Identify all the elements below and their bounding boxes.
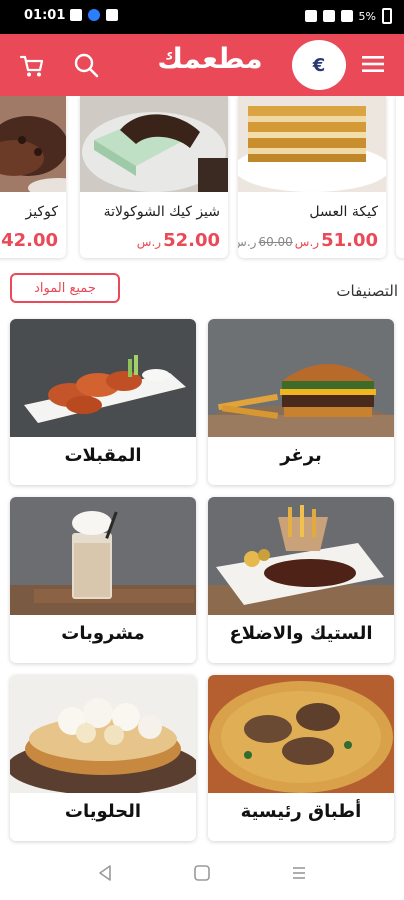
category-image [208, 675, 394, 793]
category-card-drinks[interactable]: مشروبات [10, 497, 196, 663]
product-currency: ر.س [294, 235, 320, 249]
product-currency: ر.س [136, 235, 162, 249]
brand-logo: مطعمك [157, 42, 263, 75]
category-image [10, 319, 196, 437]
category-card-steaks[interactable]: الستيك والاضلاع [208, 497, 394, 663]
category-label: الحلويات [64, 801, 142, 822]
battery-percent: 5% [358, 9, 376, 23]
category-image [208, 497, 394, 615]
product-name: كوكيز [25, 204, 58, 220]
featured-products-strip[interactable]: كيكة العسل 51.00 ر.س 60.00 ر.س شيز كيك ا… [0, 96, 404, 268]
product-name: كيكة العسل [309, 204, 378, 220]
product-old-price: 60.00 [258, 235, 293, 249]
currency-switcher[interactable]: € [292, 40, 346, 90]
status-time: 01:01 [24, 8, 66, 23]
signal-icon [340, 10, 353, 22]
category-image [10, 675, 196, 793]
menu-icon[interactable] [362, 55, 384, 73]
category-card-appetizers[interactable]: المقبلات [10, 319, 196, 485]
product-card[interactable]: كيكة العسل 51.00 ر.س 60.00 ر.س [238, 96, 386, 258]
recents-icon[interactable] [290, 864, 308, 882]
product-price-row: 52.00 ر.س [84, 230, 220, 252]
category-card-burger[interactable]: برغر [208, 319, 394, 485]
wifi-icon [322, 10, 335, 22]
system-icons: 5% [304, 8, 392, 24]
product-price-row: 42.00 [0, 230, 58, 252]
categories-title: التصنيفات [336, 282, 398, 300]
home-icon[interactable] [193, 864, 211, 882]
product-card[interactable]: شيز كيك الشوكولاتة 52.00 ر.س [80, 96, 228, 258]
product-price: 51.00 [321, 230, 378, 251]
product-price-row: 51.00 ر.س 60.00 ر.س [238, 230, 378, 252]
product-price: 52.00 [163, 230, 220, 251]
category-card-main-dishes[interactable]: أطباق رئيسية [208, 675, 394, 841]
category-image [10, 497, 196, 615]
messenger-icon [88, 9, 100, 21]
product-old-currency: ر.س [238, 235, 257, 249]
category-label: أطباق رئيسية [240, 801, 362, 822]
back-icon[interactable] [96, 864, 114, 882]
mail-icon [106, 9, 118, 21]
category-label: مشروبات [61, 623, 145, 644]
category-label: المقبلات [64, 445, 142, 466]
vibrate-icon [304, 10, 317, 22]
cart-icon[interactable] [18, 52, 46, 80]
product-image [80, 96, 228, 192]
laptop-icon [70, 9, 82, 21]
search-icon[interactable] [72, 51, 100, 79]
notification-icons [70, 9, 118, 21]
product-card[interactable] [396, 96, 404, 258]
app-bar: مطعمك € [0, 34, 404, 96]
category-card-desserts[interactable]: الحلويات [10, 675, 196, 841]
category-image [208, 319, 394, 437]
product-card[interactable]: كوكيز 42.00 [0, 96, 66, 258]
product-image [0, 96, 66, 192]
system-nav-bar [0, 846, 404, 900]
status-bar: 01:01 5% [0, 0, 404, 34]
product-price: 42.00 [1, 230, 58, 251]
all-items-button[interactable]: جميع المواد [10, 273, 120, 303]
category-label: برغر [280, 445, 322, 466]
battery-icon [382, 8, 392, 24]
product-name: شيز كيك الشوكولاتة [103, 204, 220, 220]
category-label: الستيك والاضلاع [229, 623, 373, 644]
product-image [238, 96, 386, 192]
